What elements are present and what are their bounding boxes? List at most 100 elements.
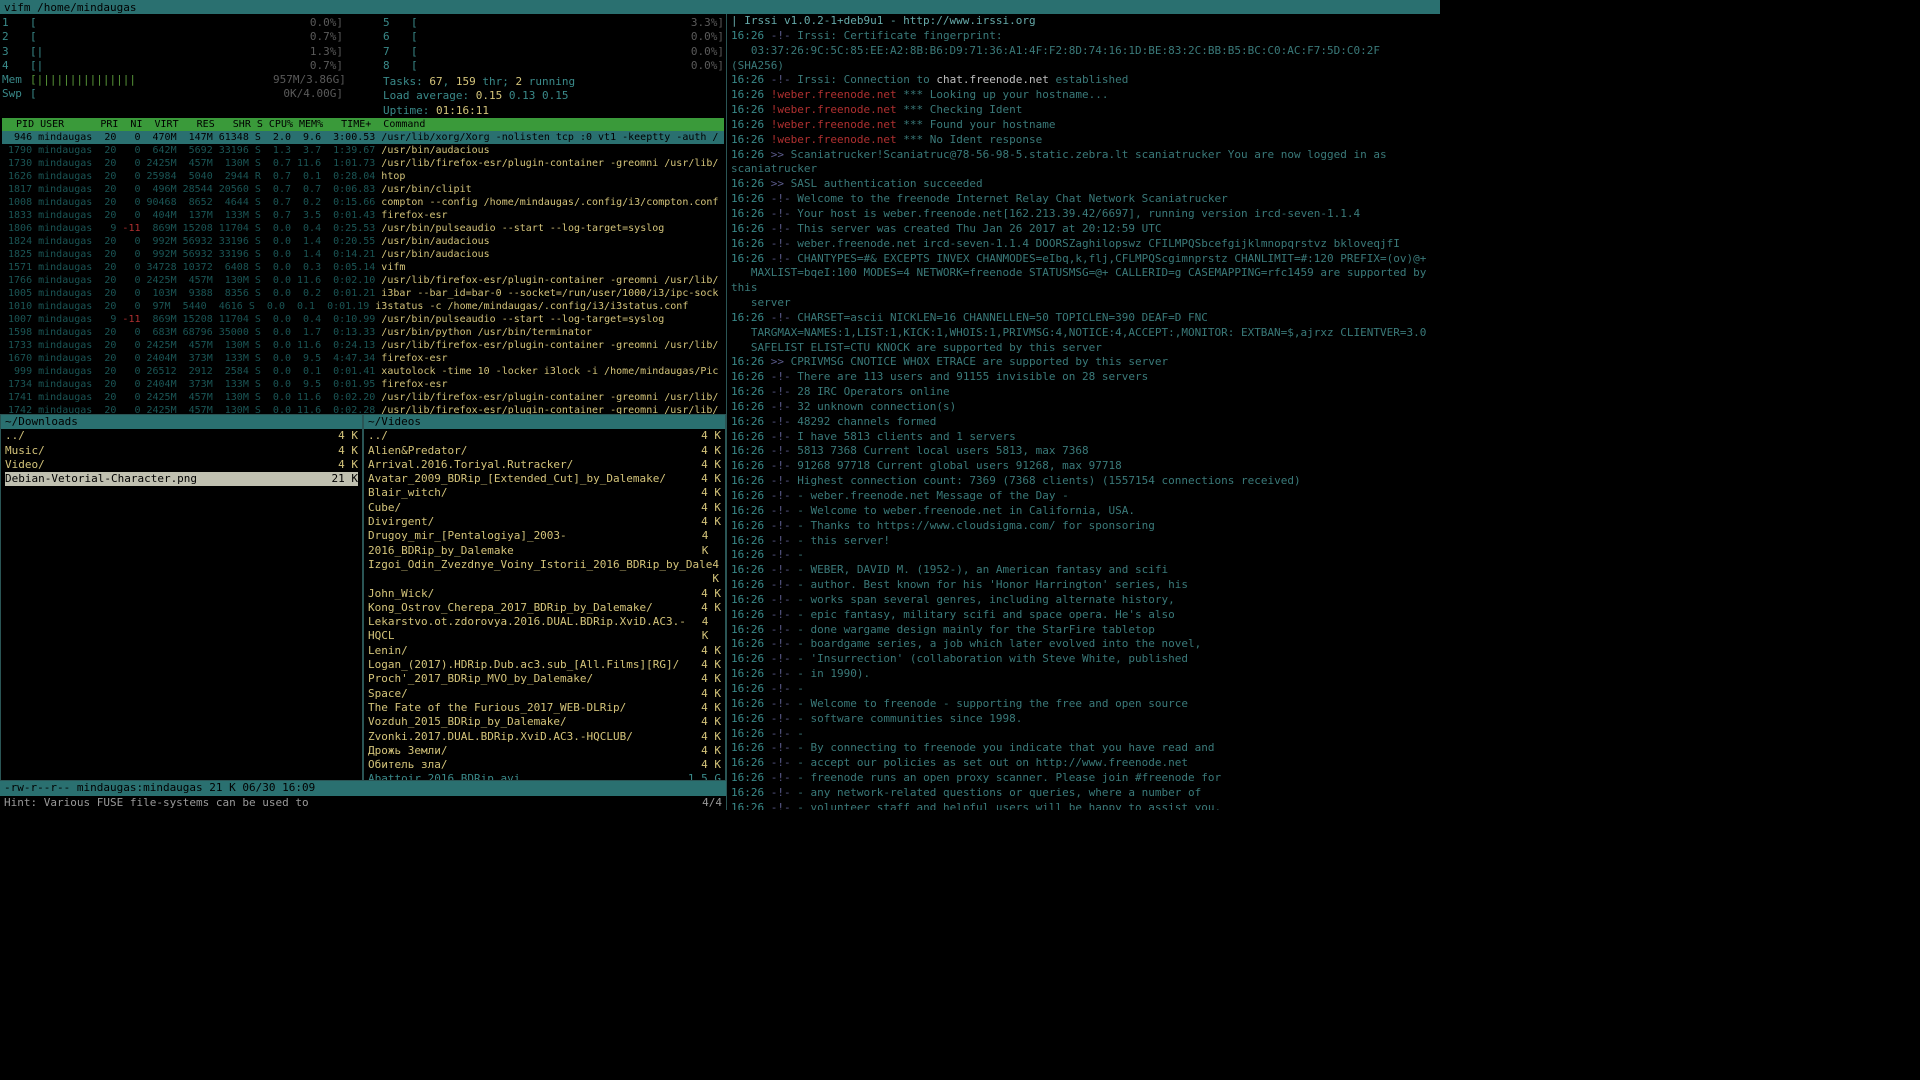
process-row[interactable]: 1742 mindaugas 20 0 2425M 457M 130M S 0.… <box>2 404 724 414</box>
vifm-panel[interactable]: ~/Downloads ../4 KMusic/4 KVideo/4 KDebi… <box>0 414 726 810</box>
cpu-meter-5: 5[3.3%] <box>383 16 724 30</box>
process-row[interactable]: 1806 mindaugas 9 -11 869M 15208 11704 S … <box>2 222 724 235</box>
irssi-line: 16:26 -!- - weber.freenode.net Message o… <box>731 489 1436 504</box>
mem-meter: Mem[|||||||||||||||957M/3.86G] <box>2 73 343 87</box>
file-item[interactable]: John_Wick/4 K <box>368 587 721 601</box>
uptime-info: Uptime: 01:16:11 <box>383 104 724 118</box>
irssi-line: 16:26 -!- - author. Best known for his '… <box>731 578 1436 593</box>
file-item[interactable]: Cube/4 K <box>368 501 721 515</box>
process-row[interactable]: 1010 mindaugas 20 0 97M 5440 4616 S 0.0 … <box>2 300 724 313</box>
process-row[interactable]: 1626 mindaugas 20 0 25984 5040 2944 R 0.… <box>2 170 724 183</box>
irssi-line: SAFELIST ELIST=CTU KNOCK are supported b… <box>731 341 1436 356</box>
process-row[interactable]: 1824 mindaugas 20 0 992M 56932 33196 S 0… <box>2 235 724 248</box>
process-row[interactable]: 1741 mindaugas 20 0 2425M 457M 130M S 0.… <box>2 391 724 404</box>
process-row[interactable]: 1005 mindaugas 20 0 103M 9388 8356 S 0.0… <box>2 287 724 300</box>
process-row[interactable]: 1008 mindaugas 20 0 90468 8652 4644 S 0.… <box>2 196 724 209</box>
irssi-line: 16:26 -!- - WEBER, DAVID M. (1952-), an … <box>731 563 1436 578</box>
process-header[interactable]: PID USER PRI NI VIRT RES SHR S CPU% MEM%… <box>2 118 724 131</box>
irssi-line: 16:26 -!- - Welcome to freenode - suppor… <box>731 697 1436 712</box>
irssi-line: 16:26 -!- - accept our policies as set o… <box>731 756 1436 771</box>
process-row[interactable]: 946 mindaugas 20 0 470M 147M 61348 S 2.0… <box>2 131 724 144</box>
swap-meter: Swp[0K/4.00G] <box>2 87 343 101</box>
file-item[interactable]: Abattoir.2016.BDRip.avi1.5 G <box>368 772 721 781</box>
irssi-line: 16:26 -!- - epic fantasy, military scifi… <box>731 608 1436 623</box>
cpu-meter-6: 6[0.0%] <box>383 30 724 44</box>
irssi-line: 16:26 -!- - works span several genres, i… <box>731 593 1436 608</box>
process-row[interactable]: 1766 mindaugas 20 0 2425M 457M 130M S 0.… <box>2 274 724 287</box>
file-item[interactable]: ../4 K <box>368 429 721 443</box>
file-item[interactable]: Blair_witch/4 K <box>368 486 721 500</box>
file-item[interactable]: Обитель зла/4 K <box>368 758 721 772</box>
vifm-right-pane[interactable]: ~/Videos ../4 KAlien&Predator/4 KArrival… <box>363 414 726 781</box>
file-item[interactable]: Drugoy_mir_[Pentalogiya]_2003-2016_BDRip… <box>368 529 721 558</box>
irssi-line: 16:26 -!- weber.freenode.net ircd-seven-… <box>731 237 1436 252</box>
cpu-meter-2: 2[0.7%] <box>2 30 343 44</box>
file-item[interactable]: Proch'_2017_BDRip_MVO_by_Dalemake/4 K <box>368 672 721 686</box>
main-container: 1[0.0%]2[0.7%]3[|1.3%]4[|0.7%] 5[3.3%]6[… <box>0 14 1440 810</box>
file-item[interactable]: Space/4 K <box>368 687 721 701</box>
process-row[interactable]: 1790 mindaugas 20 0 642M 5692 33196 S 1.… <box>2 144 724 157</box>
vifm-right-list[interactable]: ../4 KAlien&Predator/4 KArrival.2016.Tor… <box>364 429 725 781</box>
file-item[interactable]: Divirgent/4 K <box>368 515 721 529</box>
file-item[interactable]: Lenin/4 K <box>368 644 721 658</box>
irssi-line: 16:26 -!- - done wargame design mainly f… <box>731 623 1436 638</box>
irssi-line: 16:26 -!- 91268 97718 Current global use… <box>731 459 1436 474</box>
irssi-line: 16:26 !weber.freenode.net *** Found your… <box>731 118 1436 133</box>
loadavg-info: Load average: 0.15 0.13 0.15 <box>383 89 724 103</box>
file-item[interactable]: Kong_Ostrov_Cherepa_2017_BDRip_by_Dalema… <box>368 601 721 615</box>
process-row[interactable]: 999 mindaugas 20 0 26512 2912 2584 S 0.0… <box>2 365 724 378</box>
file-item[interactable]: Debian-Vetorial-Character.png21 K <box>5 472 358 486</box>
htop-panel[interactable]: 1[0.0%]2[0.7%]3[|1.3%]4[|0.7%] 5[3.3%]6[… <box>0 14 726 414</box>
irssi-line: 16:26 -!- There are 113 users and 91155 … <box>731 370 1436 385</box>
irssi-log[interactable]: 16:26 -!- Irssi: Certificate fingerprint… <box>731 29 1436 810</box>
irssi-line: 16:26 -!- - Thanks to https://www.clouds… <box>731 519 1436 534</box>
file-item[interactable]: Video/4 K <box>5 458 358 472</box>
irssi-line: 16:26 !weber.freenode.net *** No Ident r… <box>731 133 1436 148</box>
vifm-left-list[interactable]: ../4 KMusic/4 KVideo/4 KDebian-Vetorial-… <box>1 429 362 486</box>
file-item[interactable]: Vozduh_2015_BDRip_by_Dalemake/4 K <box>368 715 721 729</box>
left-column: 1[0.0%]2[0.7%]3[|1.3%]4[|0.7%] 5[3.3%]6[… <box>0 14 727 810</box>
irssi-line: 16:26 >> SASL authentication succeeded <box>731 177 1436 192</box>
process-row[interactable]: 1598 mindaugas 20 0 683M 68796 35000 S 0… <box>2 326 724 339</box>
irssi-line: 16:26 -!- Irssi: Connection to chat.free… <box>731 73 1436 88</box>
vifm-left-title: ~/Downloads <box>1 415 362 429</box>
vifm-left-pane[interactable]: ~/Downloads ../4 KMusic/4 KVideo/4 KDebi… <box>0 414 363 781</box>
irssi-line: 16:26 !weber.freenode.net *** Looking up… <box>731 88 1436 103</box>
file-item[interactable]: Arrival.2016.Toriyal.Rutracker/4 K <box>368 458 721 472</box>
process-row[interactable]: 1730 mindaugas 20 0 2425M 457M 130M S 0.… <box>2 157 724 170</box>
process-row[interactable]: 1833 mindaugas 20 0 404M 137M 133M S 0.7… <box>2 209 724 222</box>
irssi-line: 16:26 -!- - <box>731 548 1436 563</box>
irssi-line: 16:26 -!- I have 5813 clients and 1 serv… <box>731 430 1436 445</box>
process-row[interactable]: 1733 mindaugas 20 0 2425M 457M 130M S 0.… <box>2 339 724 352</box>
irssi-title: | Irssi v1.0.2-1+deb9u1 - http://www.irs… <box>731 14 1436 29</box>
process-row[interactable]: 1734 mindaugas 20 0 2404M 373M 133M S 0.… <box>2 378 724 391</box>
irssi-line: 16:26 -!- 32 unknown connection(s) <box>731 400 1436 415</box>
file-item[interactable]: Дрожь Земли/4 K <box>368 744 721 758</box>
irssi-line: 16:26 -!- CHANTYPES=#& EXCEPTS INVEX CHA… <box>731 252 1436 267</box>
file-item[interactable]: The Fate of the Furious_2017_WEB-DLRip/4… <box>368 701 721 715</box>
irssi-line: 16:26 -!- - boardgame series, a job whic… <box>731 637 1436 652</box>
vifm-command-line[interactable]: Hint: Various FUSE file-systems can be u… <box>0 796 726 810</box>
file-item[interactable]: Alien&Predator/4 K <box>368 444 721 458</box>
file-item[interactable]: Zvonki.2017.DUAL.BDRip.XviD.AC3.-HQCLUB/… <box>368 730 721 744</box>
irssi-line: 16:26 -!- - volunteer staff and helpful … <box>731 801 1436 810</box>
process-row[interactable]: 1825 mindaugas 20 0 992M 56932 33196 S 0… <box>2 248 724 261</box>
irssi-line: 16:26 -!- CHARSET=ascii NICKLEN=16 CHANN… <box>731 311 1436 326</box>
file-item[interactable]: Lekarstvo.ot.zdorovya.2016.DUAL.BDRip.Xv… <box>368 615 721 644</box>
process-row[interactable]: 1007 mindaugas 9 -11 869M 15208 11704 S … <box>2 313 724 326</box>
irssi-line: 16:26 -!- Irssi: Certificate fingerprint… <box>731 29 1436 44</box>
file-item[interactable]: ../4 K <box>5 429 358 443</box>
irssi-line: 16:26 -!- 48292 channels formed <box>731 415 1436 430</box>
file-item[interactable]: Music/4 K <box>5 444 358 458</box>
process-list[interactable]: 946 mindaugas 20 0 470M 147M 61348 S 2.0… <box>2 131 724 414</box>
file-item[interactable]: Avatar_2009_BDRip_[Extended_Cut]_by_Dale… <box>368 472 721 486</box>
irssi-panel[interactable]: | Irssi v1.0.2-1+deb9u1 - http://www.irs… <box>727 14 1440 810</box>
process-row[interactable]: 1817 mindaugas 20 0 496M 28544 20560 S 0… <box>2 183 724 196</box>
cpu-meter-7: 7[0.0%] <box>383 45 724 59</box>
file-item[interactable]: Logan_(2017).HDRip.Dub.ac3.sub_[All.Film… <box>368 658 721 672</box>
file-item[interactable]: Izgoi_Odin_Zvezdnye_Voiny_Istorii_2016_B… <box>368 558 721 587</box>
irssi-line: 16:26 >> Scaniatrucker!Scaniatruc@78-56-… <box>731 148 1436 178</box>
process-row[interactable]: 1571 mindaugas 20 0 34728 10372 6408 S 0… <box>2 261 724 274</box>
process-row[interactable]: 1670 mindaugas 20 0 2404M 373M 133M S 0.… <box>2 352 724 365</box>
irssi-line: server <box>731 296 1436 311</box>
